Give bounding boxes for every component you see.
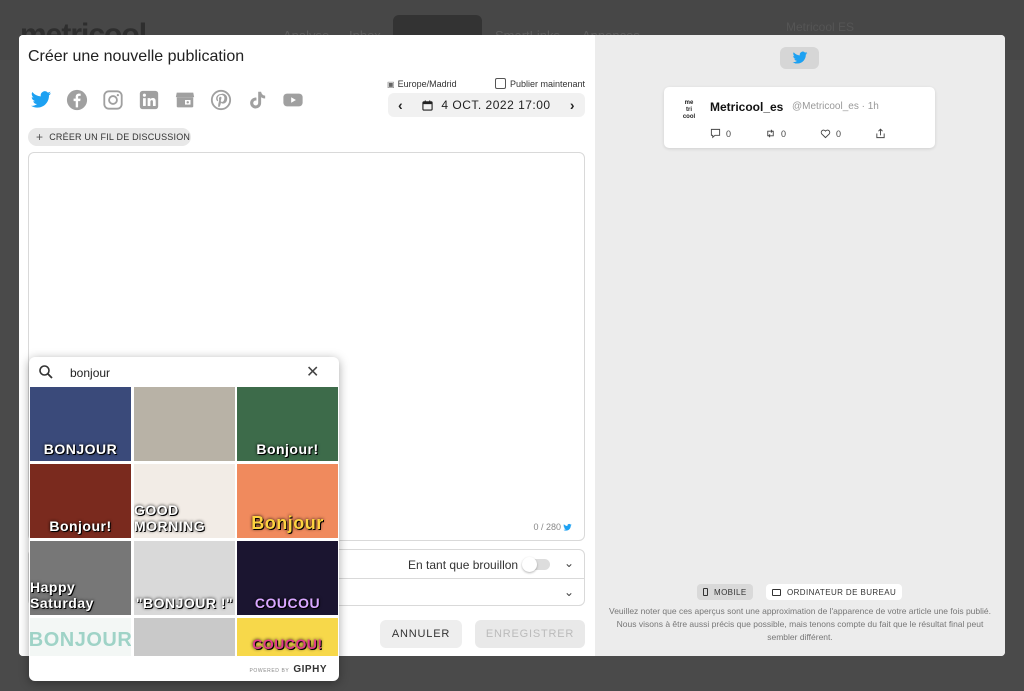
avatar-text: me [684,100,694,106]
globe-icon: ▣ [387,79,395,89]
gif-result[interactable]: "BONJOUR !" [134,541,235,615]
linkedin-icon[interactable] [138,89,160,111]
save-button[interactable]: ENREGISTRER [475,620,585,648]
giphy-attribution: POWERED BY GIPHY [249,664,327,675]
gif-result[interactable]: BONJOUR [30,387,131,461]
youtube-icon[interactable] [282,89,304,111]
like-count: 0 [836,128,842,139]
desktop-view-button[interactable]: ORDINATEUR DE BUREAU [766,584,903,600]
mobile-view-button[interactable]: MOBILE [697,584,753,600]
plus-icon: + [36,130,44,144]
draft-toggle[interactable] [522,557,550,572]
reply-count: 0 [726,128,732,139]
gif-picker: bonjour ✕ BONJOUR Bonjour! Bonjour! GOOD MO… [29,357,339,681]
tiktok-icon[interactable] [246,89,268,111]
gif-caption: "BONJOUR !" [135,595,234,611]
tweet-actions: 0 0 0 [710,128,930,139]
gif-caption: BONJOUR [30,629,131,651]
desktop-view-label: ORDINATEUR DE BUREAU [787,587,897,597]
pinterest-icon[interactable] [210,89,232,111]
tweet-like: 0 [820,128,875,139]
chevron-right-icon[interactable]: › [570,97,575,113]
preview-tab-twitter[interactable] [780,47,819,69]
timezone-selector[interactable]: ▣ Europe/Madrid [387,79,457,89]
tweet-author-name: Metricool_es [710,100,784,114]
facebook-icon[interactable] [66,89,88,111]
reply-icon [710,128,721,139]
powered-by-label: POWERED BY [249,668,290,674]
gif-result[interactable]: GOOD MORNING [134,464,235,538]
twitter-small-icon [563,523,572,531]
retweet-icon [767,129,774,138]
desktop-icon [772,588,781,596]
create-thread-label: CRÉER UN FIL DE DISCUSSION [49,132,191,142]
gif-result[interactable] [134,387,235,461]
preview-disclaimer: Veuillez noter que ces aperçus sont une … [609,606,992,642]
mobile-view-label: MOBILE [714,587,747,597]
calendar-icon [422,99,434,111]
publish-now-label: Publier maintenant [510,78,586,89]
gif-caption: Bonjour [251,513,324,533]
gif-caption: GOOD MORNING [134,502,206,534]
gif-result[interactable]: Bonjour! [30,464,131,538]
avatar: me tri cool [678,100,700,121]
chevron-left-icon[interactable]: ‹ [398,97,403,113]
tweet-retweet: 0 [765,128,820,139]
timezone-label: Europe/Madrid [397,79,457,89]
draft-label: En tant que brouillon [408,558,519,572]
avatar-text: cool [682,114,696,120]
chevron-down-icon[interactable]: ⌄ [564,556,574,570]
mobile-icon [703,588,708,596]
date-value: 4 OCT. 2022 17:00 [441,98,551,112]
gif-caption: Bonjour! [256,441,319,457]
gif-caption: COUCOU [254,595,321,611]
tweet-author-handle: @Metricool_es · 1h [792,101,879,112]
retweet-count: 0 [781,128,787,139]
gif-caption: Bonjour! [49,518,112,534]
avatar-text: tri [686,107,692,113]
character-counter: 0 / 280 [533,522,572,532]
heart-icon [820,129,831,139]
tweet-reply: 0 [710,128,765,139]
google-business-icon[interactable] [174,89,196,111]
tweet-share [875,128,930,139]
cancel-button[interactable]: ANNULER [380,620,462,648]
gif-result[interactable]: COUCOU! [237,618,338,656]
character-count: 0 / 280 [533,522,561,532]
search-icon [39,365,53,379]
gif-caption: Happy Saturday [30,579,94,611]
gif-search-input[interactable]: bonjour [70,366,110,380]
date-display[interactable]: 4 OCT. 2022 17:00 [422,98,550,112]
gif-result[interactable]: BONJOUR [30,618,131,656]
background-account: Metricool ES [786,20,855,34]
gif-result[interactable] [134,618,235,656]
chevron-down-icon[interactable]: ⌄ [564,585,574,599]
gif-result[interactable]: COUCOU [237,541,338,615]
gif-caption: COUCOU! [252,636,323,652]
twitter-icon [792,51,807,64]
modal-title: Créer une nouvelle publication [28,48,245,65]
publish-now-checkbox[interactable] [495,78,506,89]
create-thread-button[interactable]: + CRÉER UN FIL DE DISCUSSION [28,128,191,146]
tweet-preview: me tri cool Metricool_es @Metricool_es ·… [664,87,935,148]
instagram-icon[interactable] [102,89,124,111]
publish-now-option[interactable]: Publier maintenant [495,78,585,89]
preview-pane: me tri cool Metricool_es @Metricool_es ·… [595,35,1005,656]
giphy-logo: GIPHY [293,664,327,675]
twitter-icon[interactable] [30,89,52,111]
gif-result[interactable]: Bonjour! [237,387,338,461]
close-icon[interactable]: ✕ [306,362,319,382]
gif-result[interactable]: Happy Saturday [30,541,131,615]
network-selector [30,87,304,113]
gif-result[interactable]: Bonjour [237,464,338,538]
share-icon [876,128,885,139]
gif-caption: BONJOUR [43,441,118,457]
date-picker: ‹ 4 OCT. 2022 17:00 › [388,93,585,117]
